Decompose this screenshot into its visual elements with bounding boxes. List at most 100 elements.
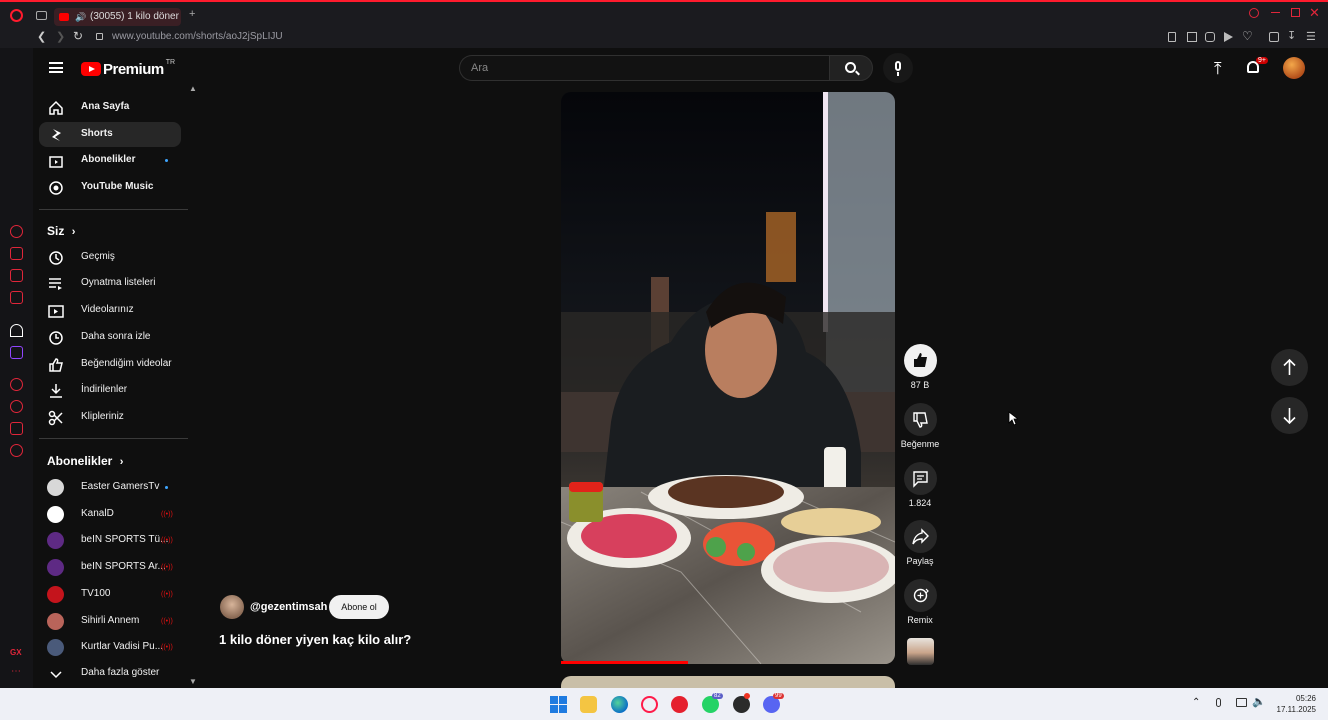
sidebar-item-watch-later[interactable]: Daha sonra izle — [39, 325, 181, 350]
minimize-button[interactable] — [1271, 12, 1280, 13]
comments-button[interactable] — [904, 462, 937, 495]
notifications-button[interactable]: 9+ — [1245, 57, 1268, 78]
menu-icon[interactable] — [49, 62, 63, 73]
like-button[interactable] — [904, 344, 937, 377]
sidebar-item-liked-videos[interactable]: Beğendiğim videolar — [39, 352, 181, 377]
subscription-item[interactable]: Kurtlar Vadisi Pu... ((•)) — [39, 635, 181, 660]
app-notification-dot — [744, 693, 750, 699]
search-button[interactable] — [829, 55, 873, 81]
upload-icon[interactable]: ⤒ — [1214, 59, 1222, 79]
opera-logo-icon[interactable] — [10, 9, 23, 22]
you-section-title[interactable]: Siz › — [47, 224, 75, 238]
channel-name[interactable]: @gezentimsah — [250, 601, 327, 613]
subscription-item[interactable]: beIN SPORTS Ar... ((•)) — [39, 555, 181, 580]
network-icon[interactable] — [1236, 698, 1247, 707]
heart-icon[interactable]: ♡ — [1242, 29, 1253, 43]
sidebar-item-your-videos[interactable]: Videolarınız — [39, 298, 181, 323]
subscription-item[interactable]: TV100 ((•)) — [39, 582, 181, 607]
pin-icon[interactable] — [1168, 32, 1176, 42]
search-input[interactable]: Ara — [459, 55, 829, 81]
cards-icon[interactable] — [10, 269, 23, 282]
subscription-item[interactable]: Sihirli Annem ((•)) — [39, 609, 181, 634]
extensions-side-icon[interactable] — [10, 422, 23, 435]
tiktok-icon[interactable] — [10, 324, 23, 337]
playlist-icon — [48, 276, 64, 292]
sidebar-item-music[interactable]: YouTube Music — [39, 175, 181, 200]
logo-country: TR — [165, 58, 176, 66]
sidebar-item-label: İndirilenler — [81, 384, 128, 395]
active-tab[interactable]: 🔊 (30055) 1 kilo döner y — [54, 8, 181, 26]
snapshot-icon[interactable] — [1187, 32, 1197, 42]
show-hidden-icons[interactable]: ⌃ — [1192, 697, 1200, 708]
sidebar-item-downloads[interactable]: İndirilenler — [39, 378, 181, 403]
sidebar-item-playlists[interactable]: Oynatma listeleri — [39, 271, 181, 296]
subscription-item[interactable]: beIN SPORTS Tü... ((•)) — [39, 528, 181, 553]
player-side-icon[interactable] — [10, 378, 23, 391]
arrow-down-icon — [1283, 408, 1296, 425]
sidebar-item-home[interactable]: Ana Sayfa — [39, 95, 181, 120]
news-icon[interactable] — [10, 291, 23, 304]
subscribe-button[interactable]: Abone ol — [329, 595, 389, 619]
short-video-player[interactable] — [561, 92, 895, 664]
remix-button[interactable] — [904, 579, 937, 612]
youtube-play-icon — [81, 62, 101, 76]
subscription-item[interactable]: KanalD ((•)) — [39, 502, 181, 527]
subscription-item[interactable]: Easter GamersTv — [39, 475, 181, 500]
voice-search-button[interactable] — [883, 53, 913, 83]
sidebar-item-label: Oynatma listeleri — [81, 277, 156, 288]
adblock-icon[interactable] — [1205, 32, 1215, 42]
next-short-button[interactable] — [1271, 397, 1308, 434]
twitch-icon[interactable] — [10, 346, 23, 359]
url-field[interactable]: www.youtube.com/shorts/aoJ2jSpLIJU — [112, 31, 283, 42]
tab-title: (30055) 1 kilo döner y — [90, 11, 180, 22]
more-side-icon[interactable]: ⋯ — [11, 666, 21, 677]
channel-avatar — [47, 585, 64, 603]
clock-time[interactable]: 05:26 — [1296, 694, 1316, 703]
account-avatar[interactable] — [1283, 57, 1305, 79]
home-icon — [48, 100, 64, 116]
share-button[interactable] — [904, 520, 937, 553]
forward-icon[interactable]: ❯ — [56, 30, 65, 43]
channel-avatar[interactable] — [220, 595, 244, 619]
player-icon[interactable] — [1224, 32, 1233, 42]
easy-setup-icon[interactable]: ☰ — [1306, 30, 1316, 43]
edge-icon[interactable] — [611, 696, 628, 713]
sidebar-item-shorts[interactable]: Shorts — [39, 122, 181, 147]
reload-icon[interactable]: ↻ — [73, 29, 83, 43]
volume-icon[interactable]: 🔈 — [1252, 695, 1266, 708]
previous-short-button[interactable] — [1271, 349, 1308, 386]
sound-thumbnail[interactable] — [907, 638, 934, 665]
video-progress-bar[interactable] — [561, 661, 688, 664]
history-side-icon[interactable] — [10, 400, 23, 413]
file-explorer-icon[interactable] — [580, 696, 597, 713]
discord-badge: 99 — [773, 693, 784, 699]
search-tabs-icon[interactable] — [1249, 8, 1259, 18]
download-toolbar-icon[interactable]: ↧ — [1287, 29, 1296, 42]
settings-side-icon[interactable] — [10, 444, 23, 457]
new-tab-button[interactable]: + — [189, 8, 195, 20]
gx-icon[interactable]: GX — [10, 648, 22, 657]
subscriptions-section-title[interactable]: Abonelikler › — [47, 454, 123, 468]
opera-gx-taskbar-icon[interactable] — [641, 696, 658, 713]
bag-icon[interactable] — [10, 247, 23, 260]
maximize-button[interactable] — [1291, 8, 1300, 17]
sidebar-item-history[interactable]: Geçmiş — [39, 245, 181, 270]
sidebar-scroll-down-arrow[interactable]: ▼ — [189, 677, 197, 686]
youtube-premium-logo[interactable]: Premium TR — [81, 58, 176, 78]
close-button[interactable]: ✕ — [1309, 5, 1320, 21]
dislike-button[interactable] — [904, 403, 937, 436]
workspaces-icon[interactable] — [36, 11, 47, 20]
sidebar-collapse-arrow[interactable]: ▲ — [189, 84, 197, 93]
sidebar-item-clips[interactable]: Klipleriniz — [39, 405, 181, 430]
next-short-preview[interactable] — [561, 676, 895, 688]
clock-date[interactable]: 17.11.2025 — [1277, 705, 1316, 714]
show-more-button[interactable]: Daha fazla göster — [39, 661, 181, 686]
microphone-tray-icon[interactable] — [1216, 698, 1221, 707]
extensions-icon[interactable] — [1269, 32, 1279, 42]
windows-start-icon[interactable] — [550, 696, 567, 713]
sidebar-item-subscriptions[interactable]: Abonelikler — [39, 148, 181, 173]
youtube-music-taskbar-icon[interactable] — [671, 696, 688, 713]
back-icon[interactable]: ❮ — [37, 30, 46, 43]
aria-icon[interactable] — [10, 225, 23, 238]
audio-icon[interactable]: 🔊 — [75, 8, 86, 26]
